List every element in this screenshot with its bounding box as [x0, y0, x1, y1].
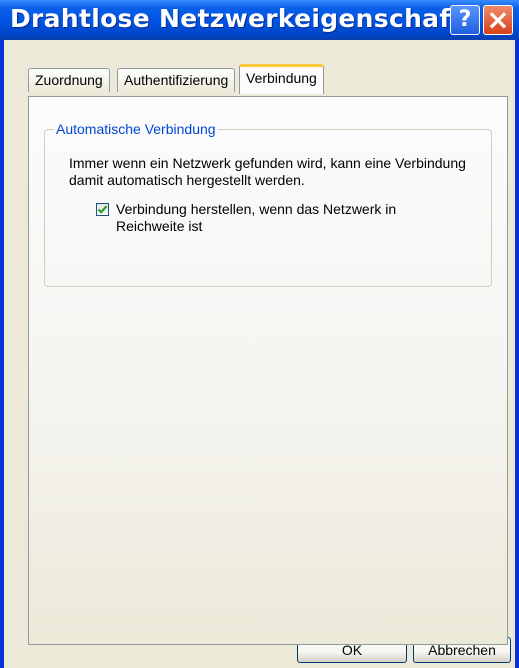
- title-bar[interactable]: Drahtlose Netzwerkeigenschaf... ? ×: [0, 0, 519, 40]
- check-icon: [97, 205, 108, 214]
- tab-panel-verbindung: Automatische Verbindung Immer wenn ein N…: [28, 96, 508, 645]
- group-automatic-connection: Automatische Verbindung Immer wenn ein N…: [44, 121, 492, 287]
- auto-connect-checkbox[interactable]: [96, 203, 109, 216]
- tab-verbindung[interactable]: Verbindung: [239, 64, 324, 94]
- group-description: Immer wenn ein Netzwerk gefunden wird, k…: [69, 155, 466, 188]
- tab-authentifizierung[interactable]: Authentifizierung: [117, 68, 236, 92]
- dialog-window: Drahtlose Netzwerkeigenschaf... ? × Zuor…: [0, 0, 519, 668]
- close-button[interactable]: ×: [483, 5, 513, 35]
- group-title: Automatische Verbindung: [54, 121, 218, 137]
- window-title: Drahtlose Netzwerkeigenschaf...: [10, 4, 479, 33]
- auto-connect-label[interactable]: Verbindung herstellen, wenn das Netzwerk…: [116, 201, 436, 235]
- help-button[interactable]: ?: [450, 5, 480, 35]
- help-icon: ?: [458, 7, 472, 32]
- tab-zuordnung[interactable]: Zuordnung: [28, 68, 110, 92]
- close-icon: ×: [486, 3, 510, 36]
